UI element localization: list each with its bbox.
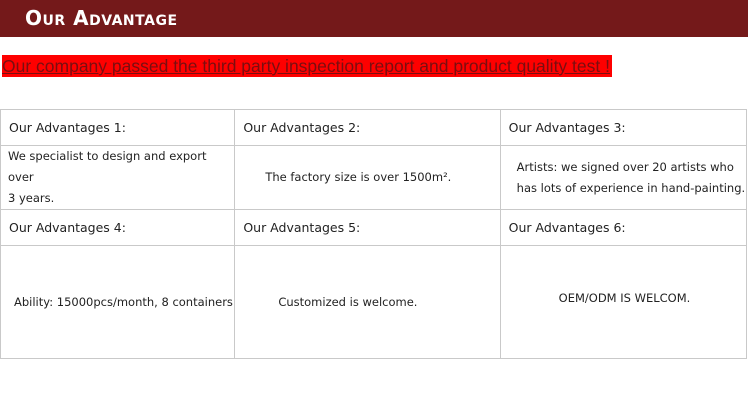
advantage-5-line-1: Customized is welcome.: [278, 294, 418, 309]
advantage-4-heading: Our Advantages 4:: [0, 209, 236, 246]
advantage-2-line-1: The factory size is over 1500m².: [265, 170, 452, 184]
table-row: Our Advantages 4: Our Advantages 5: Our …: [0, 209, 748, 246]
advantage-4-line-1: Ability: 15000pcs/month, 8 containers: [14, 294, 233, 309]
advantage-3-heading: Our Advantages 3:: [499, 109, 748, 146]
advantage-3-line-1: Artists: we signed over 20 artists who: [516, 159, 734, 174]
advantage-4-text: Ability: 15000pcs/month, 8 containers: [0, 245, 236, 359]
advantage-2-heading: Our Advantages 2:: [234, 109, 501, 146]
header-bar: Our Advantage: [0, 0, 748, 37]
advantage-6-text: OEM/ODM IS WELCOM.: [499, 245, 748, 359]
advantage-1-text: We specialist to design and export over …: [0, 145, 236, 210]
table-row: Our Advantages 1: Our Advantages 2: Our …: [0, 109, 748, 146]
table-row: We specialist to design and export over …: [0, 145, 748, 210]
advantage-5-heading: Our Advantages 5:: [234, 209, 501, 246]
advantage-5-text: Customized is welcome.: [234, 245, 501, 359]
advantage-2-text: The factory size is over 1500m².: [234, 145, 501, 210]
page-title: Our Advantage: [25, 6, 178, 30]
table-row: Ability: 15000pcs/month, 8 containers Cu…: [0, 245, 748, 359]
advantages-table: Our Advantages 1: Our Advantages 2: Our …: [0, 109, 748, 359]
advantage-6-heading: Our Advantages 6:: [499, 209, 748, 246]
advantage-3-line-2: has lots of experience in hand-painting.: [516, 180, 746, 195]
advantage-1-heading: Our Advantages 1:: [0, 109, 236, 146]
advantage-3-text: Artists: we signed over 20 artists who h…: [499, 145, 748, 210]
advantage-1-line-2: 3 years.: [8, 191, 55, 205]
advantage-1-line-1: We specialist to design and export over: [8, 149, 207, 184]
inspection-notice: Our company passed the third party inspe…: [2, 55, 612, 77]
inspection-notice-text: Our company passed the third party inspe…: [2, 56, 610, 76]
advantage-6-line-1: OEM/ODM IS WELCOM.: [558, 290, 691, 305]
